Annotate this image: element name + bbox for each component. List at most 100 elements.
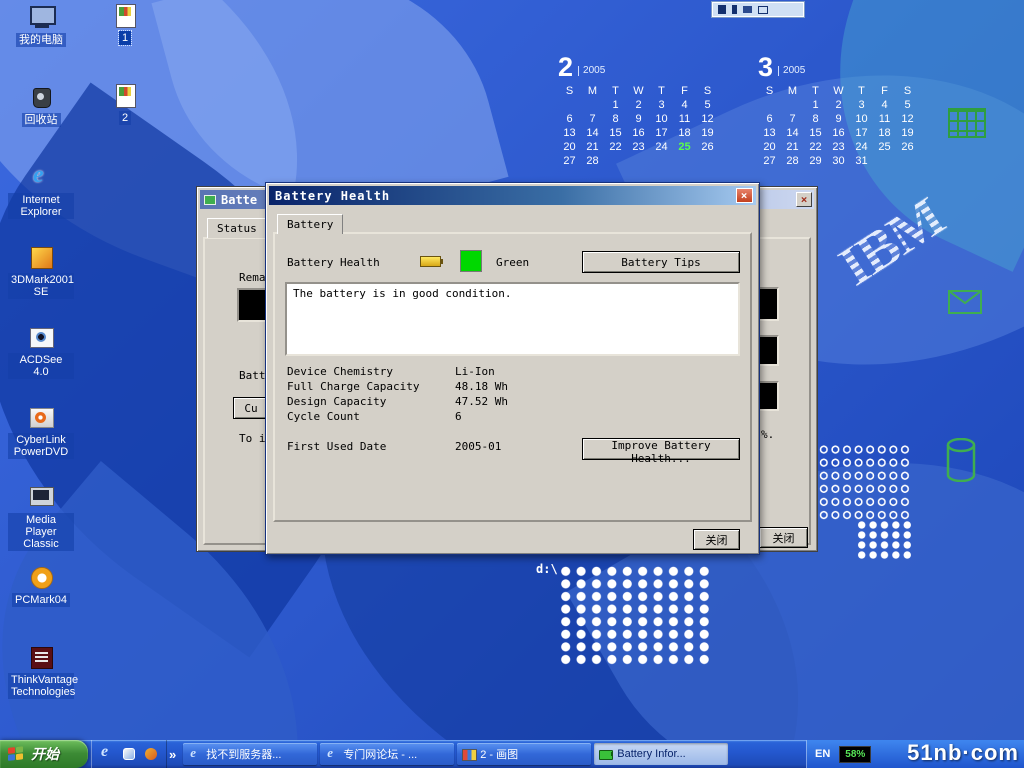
task-button-1[interactable]: 找不到服务器...	[183, 743, 317, 765]
calendar-day: 8	[804, 113, 827, 127]
calendar-day: 23	[827, 141, 850, 155]
task-button-label: 专门网论坛 - ...	[343, 746, 417, 762]
close-window-button[interactable]: 关闭	[759, 527, 808, 548]
calendar-day: 20	[558, 141, 581, 155]
desktop-icon-my-computer[interactable]: 我的电脑	[8, 4, 74, 84]
calendar-day	[896, 155, 919, 169]
device-icon[interactable]	[758, 6, 768, 14]
first-used-value: 2005-01	[455, 440, 501, 453]
desktop-icon-label: PCMark04	[12, 593, 70, 607]
calendar-day: 3	[650, 99, 673, 113]
mail-icon	[948, 290, 982, 314]
quick-launch-overflow-chevron[interactable]: »	[167, 747, 178, 762]
close-dialog-button[interactable]: 关闭	[693, 529, 740, 550]
condition-textbox[interactable]: The battery is in good condition.	[285, 282, 740, 356]
battery-tab-page: Battery Health Green Battery Tips The ba…	[273, 232, 752, 522]
calendar-day: 10	[650, 113, 673, 127]
task-button-2[interactable]: 专门网论坛 - ...	[320, 743, 454, 765]
cu-button[interactable]: Cu	[233, 397, 269, 419]
quick-launch-media-icon[interactable]	[121, 746, 137, 762]
battery-health-titlebar[interactable]: Battery Health ×	[269, 186, 756, 205]
desktop-icon-label: 3DMark2001 SE	[8, 273, 74, 299]
start-button[interactable]: 开始	[0, 740, 88, 768]
calendar-day	[650, 155, 673, 169]
desktop-icon-thinkvantage[interactable]: ThinkVantage Technologies	[8, 644, 74, 724]
battery-app-icon	[204, 195, 216, 205]
calendar-day-header: W	[827, 85, 850, 99]
quick-launch-ie-icon[interactable]	[99, 746, 115, 762]
desktop-icon-acdsee[interactable]: ACDSee 4.0	[8, 324, 74, 404]
close-icon[interactable]: ×	[796, 192, 812, 207]
calendar-day: 10	[850, 113, 873, 127]
calendar-day: 7	[781, 113, 804, 127]
calendar-day: 16	[627, 127, 650, 141]
health-status-text: Green	[496, 256, 529, 269]
osd-toolbar[interactable]	[712, 2, 804, 17]
field-label: Design Capacity	[287, 395, 455, 410]
calendar-day: 27	[758, 155, 781, 169]
display-icon[interactable]	[743, 6, 752, 13]
calendar-year: 2005	[578, 66, 605, 76]
calendar-day: 14	[581, 127, 604, 141]
dot-grid-small	[856, 520, 913, 560]
calendar-day: 12	[896, 113, 919, 127]
desktop-icon-label: 回收站	[22, 113, 61, 127]
powerdvd-icon	[27, 404, 55, 430]
calendar-day	[673, 155, 696, 169]
quick-launch-msn-icon[interactable]	[143, 746, 159, 762]
desktop-icon-label: ThinkVantage Technologies	[8, 673, 74, 699]
volume-icon[interactable]	[732, 5, 737, 14]
calendar-day-header: T	[804, 85, 827, 99]
calendar-day: 3	[850, 99, 873, 113]
calendar-day	[558, 99, 581, 113]
tray-battery-indicator[interactable]: 58%	[839, 746, 871, 763]
improve-battery-health-button[interactable]: Improve Battery Health...	[582, 438, 740, 460]
calendar-day	[627, 155, 650, 169]
desktop-icon-label: Media Player Classic	[8, 513, 74, 551]
task-button-label: Battery Infor...	[617, 748, 685, 760]
system-tray: EN 58% 51nb·com	[806, 740, 1024, 768]
desktop-icon-3dmark2001[interactable]: 3DMark2001 SE	[8, 244, 74, 324]
calendar-day	[758, 99, 781, 113]
desktop-icon-jpg-2[interactable]: 2	[92, 82, 158, 162]
calendar-day: 24	[850, 141, 873, 155]
desktop-icon-jpg-1[interactable]: 1	[92, 2, 158, 82]
battery-gauge	[237, 288, 267, 322]
calendar-day-header: S	[758, 85, 781, 99]
tab-battery[interactable]: Battery	[277, 214, 343, 234]
calendar-day-header: M	[581, 85, 604, 99]
calendar-day: 31	[850, 155, 873, 169]
ie-icon	[188, 748, 202, 760]
task-button-3[interactable]: 2 - 画图	[457, 743, 591, 765]
close-icon[interactable]: ×	[736, 188, 753, 203]
desktop-icon-recycle-bin[interactable]: 回收站	[8, 84, 74, 164]
calendar-day-header: S	[896, 85, 919, 99]
calendar-day: 22	[804, 141, 827, 155]
calendar-day: 17	[850, 127, 873, 141]
calendar-day: 13	[758, 127, 781, 141]
jpg-1-icon	[111, 2, 139, 28]
calendar-day: 6	[758, 113, 781, 127]
windows-flag-icon	[8, 746, 25, 763]
tab-status[interactable]: Status	[207, 218, 267, 238]
battery-tips-button[interactable]: Battery Tips	[582, 251, 740, 273]
calendar-day: 18	[873, 127, 896, 141]
power-icon[interactable]	[718, 5, 726, 14]
task-button-label: 找不到服务器...	[206, 746, 281, 762]
dot-grid-bottom	[558, 565, 711, 666]
calendar-day: 1	[804, 99, 827, 113]
desktop-icon-pcmark04[interactable]: PCMark04	[8, 564, 74, 644]
desktop-icon-label: 1	[119, 31, 131, 45]
desktop-icon-label: 我的电脑	[16, 33, 66, 47]
desktop-icon-label: Internet Explorer	[8, 193, 74, 219]
desktop-icon-mpc[interactable]: Media Player Classic	[8, 484, 74, 564]
language-indicator[interactable]: EN	[815, 748, 830, 760]
desktop-icon-powerdvd[interactable]: CyberLink PowerDVD	[8, 404, 74, 484]
task-button-4[interactable]: Battery Infor...	[594, 743, 728, 765]
first-used-row: First Used Date 2005-01	[287, 440, 607, 453]
calendar-day: 20	[758, 141, 781, 155]
desktop-icon-label: ACDSee 4.0	[8, 353, 74, 379]
calendar-day: 28	[781, 155, 804, 169]
desktop-icon-internet-explorer[interactable]: Internet Explorer	[8, 164, 74, 244]
field-row: Cycle Count6	[287, 410, 607, 425]
